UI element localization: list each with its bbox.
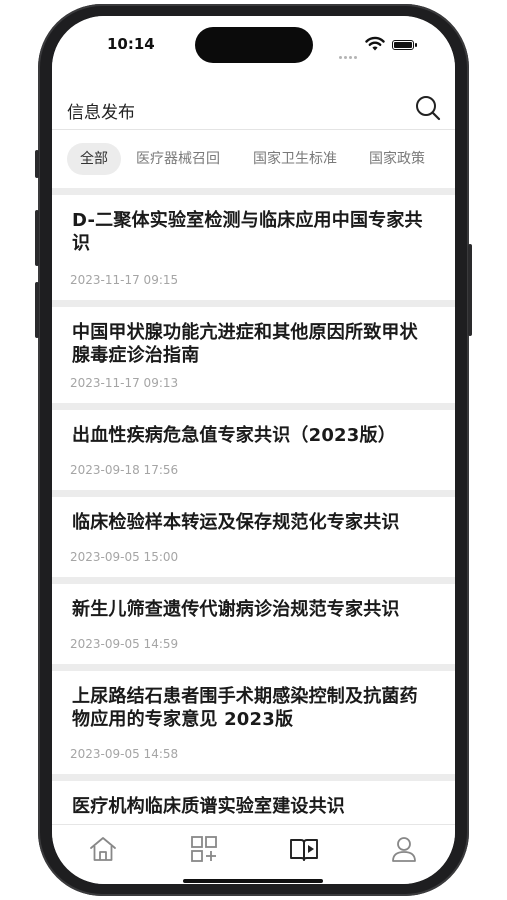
list-item[interactable]: 医疗机构临床质谱实验室建设共识 (52, 781, 455, 825)
article-title: 新生儿筛查遗传代谢病诊治规范专家共识 (72, 599, 400, 620)
status-bar: 10:14 (52, 16, 455, 76)
list-item[interactable]: 中国甲状腺功能亢进症和其他原因所致甲状腺毒症诊治指南 2023-11-17 09… (52, 307, 455, 403)
home-indicator (183, 879, 323, 883)
volume-up-button (35, 210, 39, 266)
list-item[interactable]: 出血性疾病危急值专家共识（2023版） 2023-09-18 17:56 (52, 410, 455, 490)
battery-icon (392, 40, 417, 50)
article-title: 上尿路结石患者围手术期感染控制及抗菌药物应用的专家意见 2023版 (72, 686, 418, 730)
article-date: 2023-09-05 14:59 (70, 637, 179, 651)
tab-national-health-standards[interactable]: 国家卫生标准 (253, 143, 337, 175)
apps-add-icon[interactable] (188, 833, 220, 865)
signal-dots-icon (339, 44, 359, 63)
app-header: 信息发布 (52, 76, 455, 130)
user-icon[interactable] (388, 833, 420, 865)
volume-down-button (35, 282, 39, 338)
article-title: D-二聚体实验室检测与临床应用中国专家共识 (72, 210, 423, 254)
list-item[interactable]: 上尿路结石患者围手术期感染控制及抗菌药物应用的专家意见 2023版 2023-0… (52, 671, 455, 774)
article-date: 2023-09-18 17:56 (70, 463, 179, 477)
wifi-icon (365, 36, 385, 51)
tab-national-policy[interactable]: 国家政策 (369, 143, 425, 175)
article-title: 中国甲状腺功能亢进症和其他原因所致甲状腺毒症诊治指南 (72, 322, 418, 366)
list-item[interactable]: 临床检验样本转运及保存规范化专家共识 2023-09-05 15:00 (52, 497, 455, 577)
article-title: 临床检验样本转运及保存规范化专家共识 (72, 512, 400, 533)
home-icon[interactable] (87, 833, 119, 865)
article-date: 2023-09-05 15:00 (70, 550, 179, 564)
side-button (468, 244, 472, 336)
category-tabs: 全部 医疗器械召回 国家卫生标准 国家政策 (52, 130, 455, 188)
tab-all[interactable]: 全部 (67, 143, 121, 175)
article-title: 出血性疾病危急值专家共识（2023版） (72, 425, 396, 446)
article-date: 2023-11-17 09:13 (70, 376, 179, 390)
article-list: D-二聚体实验室检测与临床应用中国专家共识 2023-11-17 09:15 中… (52, 195, 455, 825)
screen: 10:14 信息发布 全部 医疗器械召回 国家卫生标准 国家政策 D-二聚体实验… (52, 16, 455, 884)
bottom-nav (52, 824, 455, 884)
mute-switch (35, 150, 39, 178)
article-date: 2023-11-17 09:15 (70, 273, 179, 287)
status-time: 10:14 (107, 35, 155, 53)
dynamic-island (195, 27, 313, 63)
article-title: 医疗机构临床质谱实验室建设共识 (72, 796, 345, 817)
list-item[interactable]: 新生儿筛查遗传代谢病诊治规范专家共识 2023-09-05 14:59 (52, 584, 455, 664)
search-icon[interactable] (414, 94, 442, 122)
page-title: 信息发布 (67, 103, 135, 123)
article-date: 2023-09-05 14:58 (70, 747, 179, 761)
tab-device-recall[interactable]: 医疗器械召回 (136, 143, 220, 175)
list-item[interactable]: D-二聚体实验室检测与临床应用中国专家共识 2023-11-17 09:15 (52, 195, 455, 300)
reader-icon[interactable] (288, 833, 320, 865)
